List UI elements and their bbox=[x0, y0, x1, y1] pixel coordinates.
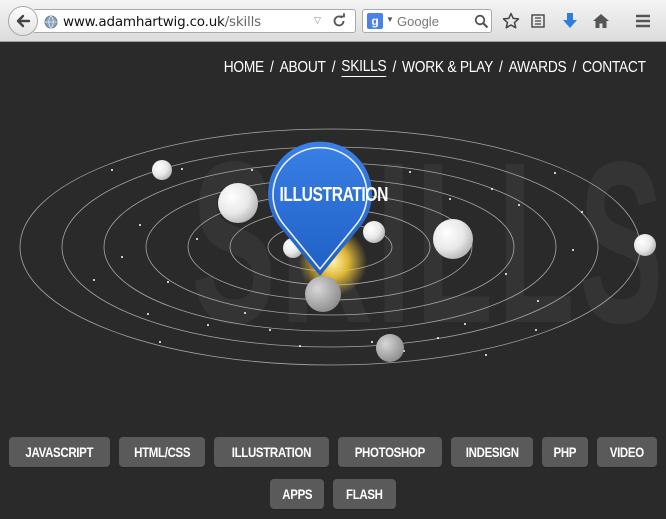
skill-label: ILLUSTRATION bbox=[232, 444, 312, 460]
search-bar[interactable]: g ▼ Google bbox=[362, 9, 492, 33]
back-arrow-icon bbox=[16, 14, 31, 28]
skill-button-flash[interactable]: FLASH bbox=[333, 479, 397, 509]
downloads-icon[interactable] bbox=[559, 10, 581, 32]
url-path: /skills bbox=[224, 14, 261, 30]
google-logo-icon[interactable]: g bbox=[367, 13, 383, 29]
nav-item-about[interactable]: ABOUT bbox=[280, 59, 326, 77]
skill-label: FLASH bbox=[346, 486, 384, 502]
search-engine-dropdown-icon[interactable]: ▼ bbox=[386, 15, 394, 24]
skill-button-php[interactable]: PHP bbox=[542, 437, 588, 467]
skill-button-photoshop[interactable]: PHOTOSHOP bbox=[338, 437, 442, 467]
skill-button-apps[interactable]: APPS bbox=[269, 479, 325, 509]
skill-label: VIDEO bbox=[609, 444, 644, 460]
bookmarks-list-icon[interactable] bbox=[527, 10, 549, 32]
skill-label: PHOTOSHOP bbox=[354, 444, 426, 460]
skill-label: PHP bbox=[553, 444, 577, 460]
bookmark-star-icon[interactable] bbox=[500, 10, 522, 32]
page-content: SKILLS ILLUSTRATION HOME / ABOUT / SKILL… bbox=[0, 42, 666, 519]
nav-separator: / bbox=[331, 58, 336, 76]
skills-row-1: JAVASCRIPT HTML/CSS ILLUSTRATION PHOTOSH… bbox=[0, 437, 666, 467]
nav-item-work-and-play[interactable]: WORK & PLAY bbox=[402, 59, 493, 77]
search-placeholder: Google bbox=[397, 14, 439, 29]
url-domain: www.adamhartwig.co.uk bbox=[63, 14, 225, 30]
browser-toolbar: www.adamhartwig.co.uk/skills ▽ g ▼ Googl… bbox=[0, 0, 666, 42]
skill-label: APPS bbox=[282, 486, 313, 502]
back-button[interactable] bbox=[8, 6, 38, 36]
skill-label: JAVASCRIPT bbox=[25, 444, 94, 460]
skills-row-2: APPS FLASH bbox=[0, 479, 666, 509]
address-bar[interactable]: www.adamhartwig.co.uk/skills ▽ bbox=[34, 9, 356, 33]
planets bbox=[152, 160, 656, 362]
skill-button-javascript[interactable]: JAVASCRIPT bbox=[9, 437, 111, 467]
nav-item-awards[interactable]: AWARDS bbox=[509, 59, 567, 77]
skill-button-indesign[interactable]: INDESIGN bbox=[450, 437, 534, 467]
home-icon[interactable] bbox=[590, 10, 612, 32]
url-text: www.adamhartwig.co.uk/skills bbox=[63, 14, 261, 30]
nav-item-contact[interactable]: CONTACT bbox=[582, 59, 646, 77]
menu-icon[interactable] bbox=[632, 10, 654, 32]
nav-separator: / bbox=[392, 58, 397, 76]
skill-button-html-css[interactable]: HTML/CSS bbox=[119, 437, 206, 467]
nav-separator: / bbox=[499, 58, 503, 76]
skill-button-illustration[interactable]: ILLUSTRATION bbox=[214, 437, 330, 467]
nav-separator: / bbox=[270, 58, 274, 76]
skill-button-video[interactable]: VIDEO bbox=[596, 437, 657, 467]
reload-icon[interactable] bbox=[331, 13, 347, 34]
skill-label: INDESIGN bbox=[465, 444, 519, 460]
search-icon[interactable] bbox=[474, 14, 489, 34]
nav-item-home[interactable]: HOME bbox=[224, 59, 265, 77]
history-dropdown-icon[interactable]: ▽ bbox=[314, 15, 321, 26]
skill-label: HTML/CSS bbox=[134, 444, 191, 460]
nav-separator: / bbox=[572, 58, 577, 76]
main-nav: HOME / ABOUT / SKILLS / WORK & PLAY / AWARDS… bbox=[224, 58, 646, 77]
globe-icon bbox=[44, 15, 58, 34]
active-skill-label: ILLUSTRATION bbox=[279, 184, 388, 206]
nav-item-skills[interactable]: SKILLS bbox=[341, 58, 387, 77]
